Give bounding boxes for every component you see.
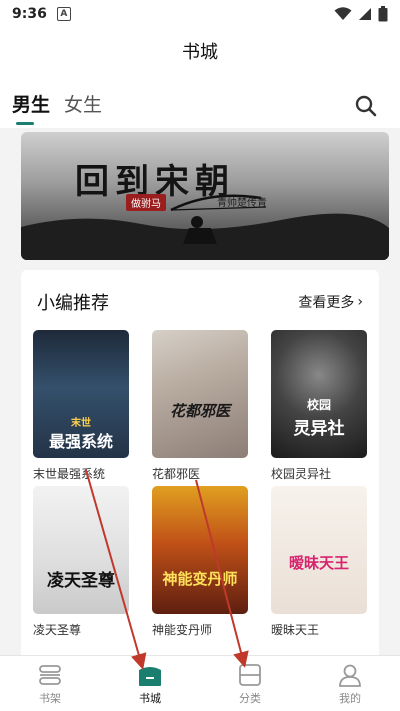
section-title: 小编推荐 xyxy=(37,293,109,314)
book-cover: 凌天圣尊 xyxy=(33,486,129,614)
book-title: 暧昧天王 xyxy=(271,623,320,637)
book-item[interactable]: 暧昧天王 暧昧天王 xyxy=(271,486,367,638)
book-item[interactable]: 凌天圣尊 凌天圣尊 xyxy=(33,486,129,638)
see-more-label: 查看更多 xyxy=(298,295,355,311)
see-more-link[interactable]: 查看更多 › xyxy=(298,292,363,312)
bottom-nav: 书架 书城 分类 我的 xyxy=(0,655,400,711)
book-item[interactable]: 神能变丹师 神能变丹师 xyxy=(152,486,248,638)
book-cover: 校园 灵异社 xyxy=(271,330,367,458)
book-title: 花都邪医 xyxy=(152,467,201,481)
wifi-icon xyxy=(334,7,352,20)
tab-female[interactable]: 女生 xyxy=(64,90,102,117)
profile-icon xyxy=(339,664,361,687)
signal-icon xyxy=(359,8,371,20)
nav-label: 书城 xyxy=(139,692,161,705)
book-cover: 暧昧天王 xyxy=(271,486,367,614)
book-item[interactable]: 花都邪医 花都邪医 xyxy=(152,330,248,482)
active-tab-indicator xyxy=(16,122,34,125)
book-title: 末世最强系统 xyxy=(33,467,106,481)
cover-title: 最强系统 xyxy=(48,432,113,451)
top-header: 书城 xyxy=(0,28,400,74)
cover-title: 凌天圣尊 xyxy=(47,571,115,591)
nav-label: 我的 xyxy=(339,692,361,705)
category-icon xyxy=(239,664,261,686)
battery-icon xyxy=(378,6,388,22)
gender-tabs: 男生 女生 xyxy=(0,74,400,128)
promo-banner[interactable]: 回到宋朝 做驸马 青帅楚传青 xyxy=(21,132,389,260)
nav-profile[interactable]: 我的 xyxy=(320,662,380,706)
cover-title: 花都邪医 xyxy=(169,402,230,420)
book-cover: 末世 最强系统 xyxy=(33,330,129,458)
banner-subtitle: 青帅楚传青 xyxy=(217,198,267,209)
recommend-section: 小编推荐 查看更多 › 末世 最强系统 末世最强系统 花都邪医 花都邪医 校园 … xyxy=(21,270,379,655)
book-title: 校园灵异社 xyxy=(271,467,332,481)
status-indicators xyxy=(334,6,388,22)
book-cover: 花都邪医 xyxy=(152,330,248,458)
cover-small-text: 校园 xyxy=(306,398,331,412)
nav-label: 分类 xyxy=(239,692,261,705)
chevron-right-icon: › xyxy=(357,294,363,310)
nav-bookshelf[interactable]: 书架 xyxy=(20,662,80,706)
bookstore-icon xyxy=(139,667,161,686)
book-item[interactable]: 末世 最强系统 末世最强系统 xyxy=(33,330,129,482)
cover-title: 暧昧天王 xyxy=(288,554,349,572)
banner-badge: 做驸马 xyxy=(126,194,166,211)
book-item[interactable]: 校园 灵异社 校园灵异社 xyxy=(271,330,367,482)
tab-male[interactable]: 男生 xyxy=(12,90,50,117)
search-icon[interactable] xyxy=(354,94,378,118)
page-title: 书城 xyxy=(182,42,218,63)
book-cover: 神能变丹师 xyxy=(152,486,248,614)
status-bar: 9:36 A xyxy=(0,0,400,28)
cover-small-text: 末世 xyxy=(71,418,91,429)
book-title: 凌天圣尊 xyxy=(33,623,82,637)
nav-label: 书架 xyxy=(39,692,61,705)
book-title: 神能变丹师 xyxy=(152,623,213,637)
bookshelf-icon xyxy=(39,665,61,685)
cover-title: 神能变丹师 xyxy=(162,570,238,588)
cover-title: 灵异社 xyxy=(293,419,345,439)
status-time: 9:36 xyxy=(12,6,47,22)
nav-bookstore[interactable]: 书城 xyxy=(120,662,180,706)
store-content: 回到宋朝 做驸马 青帅楚传青 小编推荐 查看更多 › 末世 最强系统 末世最强系… xyxy=(0,128,400,655)
nav-category[interactable]: 分类 xyxy=(220,662,280,706)
notification-icon: A xyxy=(56,7,71,21)
